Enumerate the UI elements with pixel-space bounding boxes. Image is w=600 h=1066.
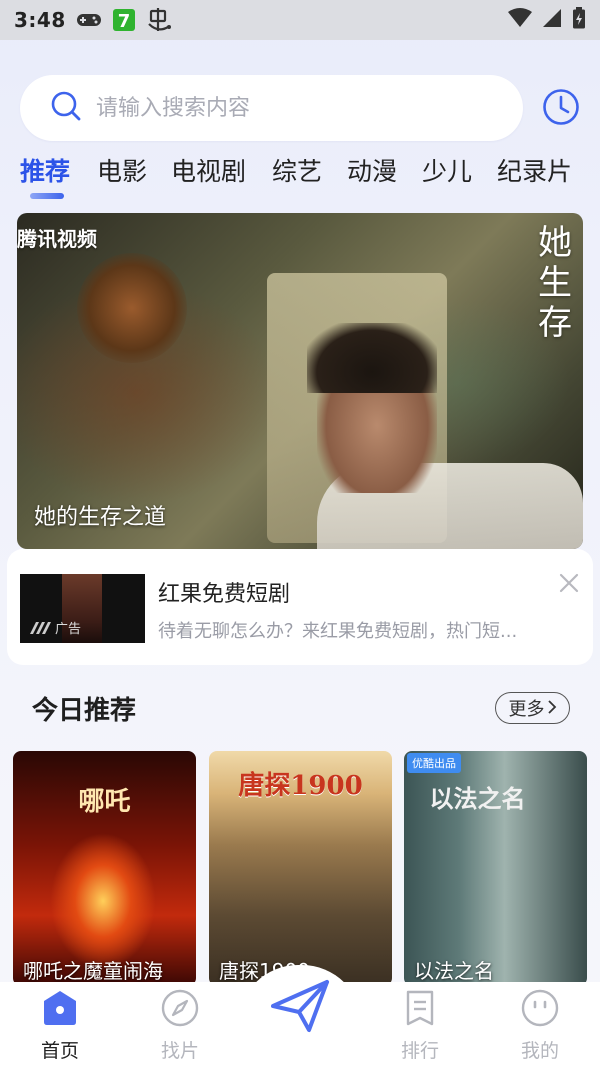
banner-art-lamp bbox=[77, 253, 187, 363]
search-bar[interactable] bbox=[20, 75, 523, 141]
send-fab-button[interactable] bbox=[266, 976, 334, 1040]
ad-badge: 广告 bbox=[30, 618, 81, 637]
svg-text:7: 7 bbox=[117, 11, 130, 32]
nav-ranking[interactable]: 排行 bbox=[380, 988, 460, 1063]
clock-icon bbox=[542, 88, 580, 130]
category-tabs: 推荐 电影 电视剧 综艺 动漫 少儿 纪录片 bbox=[0, 152, 600, 202]
signal-icon bbox=[542, 8, 562, 32]
nav-discover-label: 找片 bbox=[160, 1040, 199, 1062]
ad-card[interactable]: 广告 红果免费短剧 待着无聊怎么办？来红果免费短剧，热门短... bbox=[7, 549, 593, 665]
hero-banner[interactable]: 腾讯视频 她生存 她的生存之道 bbox=[17, 213, 583, 549]
tab-movie[interactable]: 电影 bbox=[97, 152, 147, 188]
tab-anime[interactable]: 动漫 bbox=[347, 152, 397, 188]
more-button-label: 更多 bbox=[508, 699, 545, 720]
ad-description: 待着无聊怎么办？来红果免费短剧，热门短... bbox=[158, 621, 518, 642]
ranking-icon bbox=[400, 988, 440, 1032]
ad-badge-label: 广告 bbox=[55, 622, 82, 637]
banner-vertical-title: 她生存 bbox=[538, 223, 572, 343]
chevron-right-icon bbox=[547, 698, 557, 719]
close-icon[interactable] bbox=[559, 573, 579, 597]
ad-title: 红果免费短剧 bbox=[158, 582, 291, 607]
nav-home-label: 首页 bbox=[40, 1040, 79, 1062]
app-badge-icon: 7 bbox=[112, 8, 136, 32]
poster-card[interactable]: 哪吒 哪吒之魔童闹海 bbox=[13, 751, 196, 986]
compass-icon bbox=[160, 988, 200, 1032]
search-input[interactable] bbox=[96, 95, 496, 121]
history-button[interactable] bbox=[542, 88, 580, 130]
poster-card[interactable]: 唐探1900 唐探1900 bbox=[209, 751, 392, 986]
ad-logo-icon bbox=[30, 621, 51, 634]
battery-icon bbox=[572, 7, 586, 33]
tab-indicator bbox=[30, 193, 64, 199]
tab-recommend[interactable]: 推荐 bbox=[20, 152, 70, 188]
bug-icon bbox=[146, 7, 172, 33]
nav-ranking-label: 排行 bbox=[400, 1040, 439, 1062]
tab-tv-series[interactable]: 电视剧 bbox=[171, 152, 246, 188]
poster-art-title: 唐探1900 bbox=[238, 771, 363, 801]
ad-thumbnail: 广告 bbox=[20, 574, 145, 643]
poster-art-title: 以法之名 bbox=[429, 784, 526, 813]
poster-card[interactable]: 优酷出品 以法之名 以法之名 bbox=[404, 751, 587, 986]
tab-kids[interactable]: 少儿 bbox=[422, 152, 472, 188]
poster-chip: 优酷出品 bbox=[407, 753, 461, 773]
poster-title: 以法之名 bbox=[414, 959, 494, 983]
nav-profile[interactable]: 我的 bbox=[500, 988, 580, 1063]
poster-title: 哪吒之魔童闹海 bbox=[23, 959, 163, 983]
wifi-icon bbox=[508, 8, 532, 32]
banner-art-hair bbox=[307, 323, 437, 393]
more-button[interactable]: 更多 bbox=[495, 692, 570, 724]
smiley-icon bbox=[520, 988, 560, 1032]
home-icon bbox=[40, 988, 80, 1032]
poster-art-title: 哪吒 bbox=[78, 787, 131, 817]
tab-documentary[interactable]: 纪录片 bbox=[497, 152, 572, 188]
banner-watermark: 腾讯视频 bbox=[17, 227, 97, 251]
status-bar: 3:48 7 bbox=[0, 0, 600, 40]
nav-profile-label: 我的 bbox=[520, 1040, 559, 1062]
search-icon bbox=[50, 90, 82, 126]
paper-plane-icon bbox=[269, 978, 331, 1038]
nav-home[interactable]: 首页 bbox=[20, 988, 100, 1063]
section-title-today: 今日推荐 bbox=[32, 696, 137, 726]
nav-discover[interactable]: 找片 bbox=[140, 988, 220, 1063]
status-time: 3:48 bbox=[14, 8, 66, 32]
tab-variety[interactable]: 综艺 bbox=[272, 152, 322, 188]
gamepad-icon bbox=[76, 11, 102, 29]
banner-caption: 她的生存之道 bbox=[34, 505, 167, 530]
